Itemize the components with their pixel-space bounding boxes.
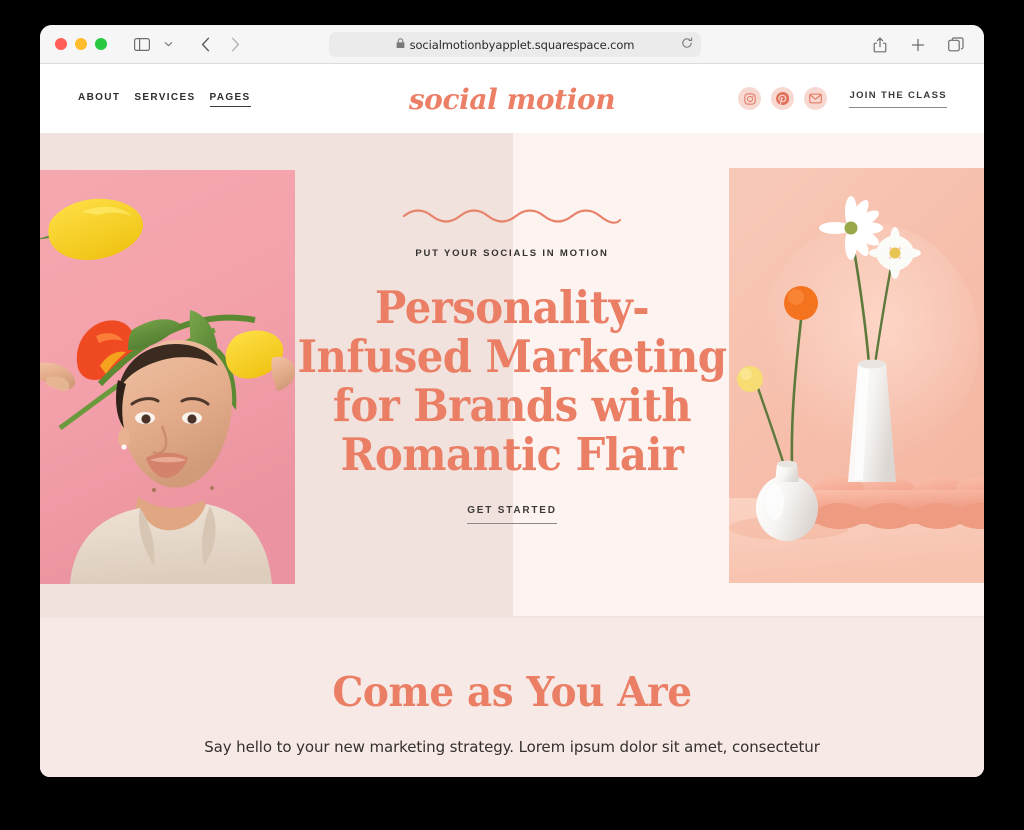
reload-icon[interactable] [681,36,693,54]
instagram-icon[interactable] [738,87,762,110]
header-actions: JOIN THE CLASS [738,87,947,110]
email-icon[interactable] [804,87,828,110]
pinterest-icon[interactable] [771,87,795,110]
chevron-down-icon[interactable] [156,32,180,56]
come-as-you-are-section: Come as You Are Say hello to your new ma… [40,618,984,777]
join-the-class-button[interactable]: JOIN THE CLASS [849,90,947,108]
sidebar-toggle-icon[interactable] [130,32,154,56]
close-window-button[interactable] [55,38,67,50]
share-icon[interactable] [868,33,892,57]
section-heading: Come as You Are [332,668,692,716]
hero-section: PUT YOUR SOCIALS IN MOTION Personality- … [40,133,984,618]
browser-window: socialmotionbyapplet.squarespace.com ABO… [40,25,984,777]
maximize-window-button[interactable] [95,38,107,50]
website-viewport: ABOUT SERVICES PAGES social motion JOIN … [40,64,984,777]
back-arrow-icon[interactable] [193,32,217,56]
headline-line-3: for Brands with [332,379,692,432]
window-controls [55,38,107,50]
forward-arrow-icon[interactable] [223,32,247,56]
browser-toolbar: socialmotionbyapplet.squarespace.com [40,25,984,64]
address-text: socialmotionbyapplet.squarespace.com [409,37,635,52]
minimize-window-button[interactable] [75,38,87,50]
get-started-button[interactable]: GET STARTED [467,505,557,524]
toolbar-actions [868,25,968,64]
hero-eyebrow: PUT YOUR SOCIALS IN MOTION [415,248,609,259]
headline-line-1: Personality- [374,281,650,334]
site-header: ABOUT SERVICES PAGES social motion JOIN … [40,64,984,133]
headline-line-4: Romantic Flair [340,428,684,481]
wavy-divider-icon [40,206,984,232]
address-bar[interactable]: socialmotionbyapplet.squarespace.com [329,32,701,57]
headline-line-2: Infused Marketing [297,330,727,383]
section-subtext: Say hello to your new marketing strategy… [204,738,820,756]
plus-icon[interactable] [906,33,930,57]
hero-content: PUT YOUR SOCIALS IN MOTION Personality- … [40,133,984,524]
lock-icon [396,36,405,54]
hero-headline: Personality- Infused Marketing for Brand… [73,283,951,479]
tab-overview-icon[interactable] [944,33,968,57]
